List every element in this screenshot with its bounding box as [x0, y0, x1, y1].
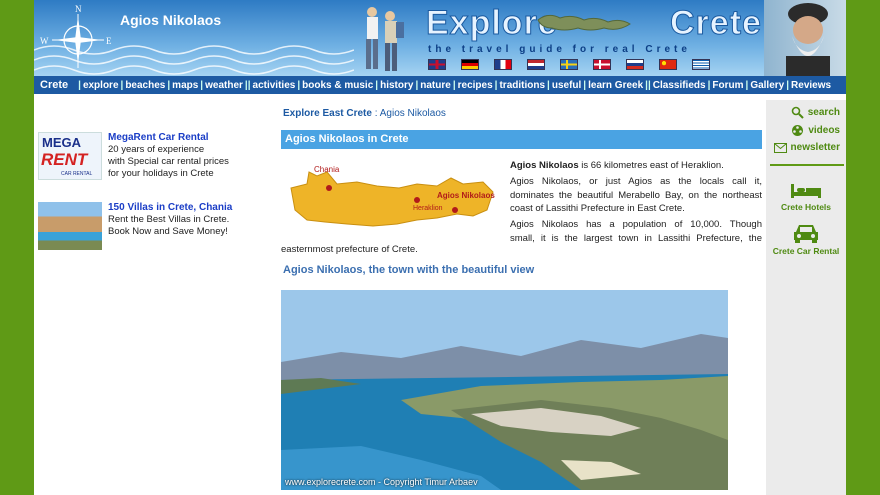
photo-credit: www.explorecrete.com - Copyright Timur A…: [285, 477, 478, 487]
nav-maps[interactable]: maps: [170, 80, 200, 91]
crete-map[interactable]: Chania Heraklion Agios Nikolaos: [287, 158, 497, 236]
subheader: Agios Nikolaos, the town with the beauti…: [283, 264, 535, 276]
ad-title[interactable]: 150 Villas in Crete, Chania: [108, 202, 232, 213]
nav-gallery[interactable]: Gallery: [748, 80, 786, 91]
envelope-icon: [773, 142, 787, 153]
hikers-image: [366, 7, 404, 71]
nav-beaches[interactable]: beaches: [123, 80, 167, 91]
intro-paragraph-2: Agios Nikolaos, or just Agios as the loc…: [510, 176, 762, 214]
map-label-agios: Agios Nikolaos: [437, 191, 495, 200]
intro-paragraph-3: Agios Nikolaos has a population of 10,00…: [510, 219, 762, 244]
nav-weather[interactable]: weather: [203, 80, 245, 91]
bed-icon: [791, 184, 821, 198]
crete-car-rental-link[interactable]: Crete Car Rental: [766, 222, 846, 256]
villa-photo[interactable]: [38, 202, 102, 250]
germany-flag-icon[interactable]: [461, 59, 479, 70]
map-label-chania: Chania: [314, 165, 340, 174]
ad-text: 20 years of experience: [108, 144, 205, 155]
breadcrumb-parent[interactable]: Explore East Crete: [283, 108, 372, 119]
denmark-flag-icon[interactable]: [593, 59, 611, 70]
page: N W E Agios Nikolaos Explore Crete the t…: [34, 0, 846, 495]
header-banner: N W E Agios Nikolaos Explore Crete the t…: [34, 0, 846, 76]
intro-paragraph-3-tail: easternmost prefecture of Crete.: [281, 244, 418, 255]
china-flag-icon[interactable]: [659, 59, 677, 70]
videos-link[interactable]: videos: [791, 124, 840, 137]
nav-explore[interactable]: explore: [81, 80, 121, 91]
megarent-logo[interactable]: MEGA RENT CAR RENTAL: [38, 132, 102, 180]
sweden-flag-icon[interactable]: [560, 59, 578, 70]
nav-home[interactable]: Crete: [34, 79, 78, 91]
netherlands-flag-icon[interactable]: [527, 59, 545, 70]
breadcrumb-current: Agios Nikolaos: [379, 108, 446, 119]
nav-nature[interactable]: nature: [418, 80, 453, 91]
ad-text: Book Now and Save Money!: [108, 226, 228, 237]
nav-books-music[interactable]: books & music: [300, 80, 375, 91]
france-flag-icon[interactable]: [494, 59, 512, 70]
portrait-image: [764, 0, 846, 76]
search-link[interactable]: search: [791, 106, 840, 119]
search-icon: [791, 106, 804, 119]
breadcrumb: Explore East Crete : Agios Nikolaos: [283, 108, 446, 119]
logo-crete: Crete: [670, 4, 762, 43]
waves-decoration: [34, 45, 354, 75]
town-photo[interactable]: www.explorecrete.com - Copyright Timur A…: [281, 290, 728, 490]
tagline: the travel guide for real Crete: [428, 44, 691, 55]
section-header: Agios Nikolaos in Crete: [281, 130, 762, 149]
nav-useful[interactable]: useful: [550, 80, 583, 91]
uk-flag-icon[interactable]: [428, 59, 446, 70]
compass-n: N: [75, 4, 82, 14]
intro-paragraph-1: Agios Nikolaos is 66 kilometres east of …: [510, 160, 724, 171]
map-label-heraklion: Heraklion: [413, 205, 443, 212]
nav-activities[interactable]: activities: [251, 80, 298, 91]
russia-flag-icon[interactable]: [626, 59, 644, 70]
greece-flag-icon[interactable]: [692, 59, 710, 70]
ad-text: with Special car rental prices: [108, 156, 229, 167]
nav-reviews[interactable]: Reviews: [789, 80, 833, 91]
language-flags: [428, 59, 710, 70]
film-reel-icon: [792, 125, 804, 136]
town-title: Agios Nikolaos: [120, 12, 222, 28]
crete-hotels-link[interactable]: Crete Hotels: [766, 182, 846, 212]
right-sidebar: search videos newsletter Crete Hotels Cr…: [766, 100, 846, 495]
ad-villas[interactable]: 150 Villas in Crete, Chania Rent the Bes…: [38, 202, 268, 252]
ad-megarent[interactable]: MEGA RENT CAR RENTAL MegaRent Car Rental…: [38, 132, 268, 182]
nav-recipes[interactable]: recipes: [456, 80, 495, 91]
ad-text: for your holidays in Crete: [108, 168, 214, 179]
nav-traditions[interactable]: traditions: [497, 80, 547, 91]
nav-classifieds[interactable]: Classifieds: [651, 80, 708, 91]
ad-title[interactable]: MegaRent Car Rental: [108, 132, 209, 143]
car-icon: [794, 225, 818, 243]
sidebar-divider: [770, 164, 844, 166]
main-nav: Crete | explore | beaches | maps | weather |…: [34, 76, 846, 94]
nav-learn-greek[interactable]: learn Greek: [586, 80, 645, 91]
newsletter-link[interactable]: newsletter: [773, 142, 840, 153]
ad-text: Rent the Best Villas in Crete.: [108, 214, 230, 225]
crete-island-image: [537, 14, 631, 31]
nav-history[interactable]: history: [378, 80, 415, 91]
nav-forum[interactable]: Forum: [710, 80, 745, 91]
